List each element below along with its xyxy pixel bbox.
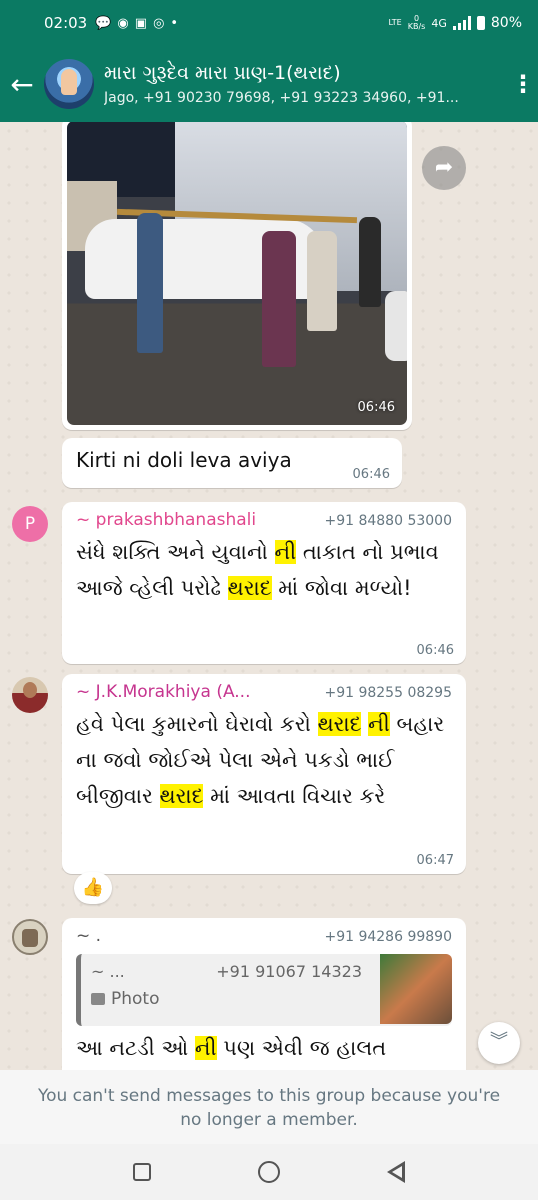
chat-notification-icon: 💬: [95, 15, 112, 31]
avatar[interactable]: P: [12, 506, 48, 542]
message-time: 06:47: [416, 853, 454, 868]
message-photo[interactable]: 06:46: [67, 122, 407, 425]
message-time: 06:46: [352, 467, 390, 482]
sender-phone: +91 84880 53000: [324, 513, 452, 529]
sender-name[interactable]: ~ prakashbhanashali: [76, 510, 256, 530]
message-time: 06:46: [416, 643, 454, 658]
chat-area[interactable]: 06:46 ➦ Kirti ni doli leva aviya 06:46 P…: [0, 122, 538, 1070]
forward-icon[interactable]: ➦: [422, 146, 466, 190]
notification-icons: 💬 ◉ ▣ ◎ •: [95, 16, 178, 31]
status-bar: 02:03 💬 ◉ ▣ ◎ • LTE 0 KB/s 4G 80%: [0, 0, 538, 46]
more-vert-icon[interactable]: ⋮: [508, 70, 538, 98]
thumbs-up-reaction-icon[interactable]: 👍: [74, 872, 112, 904]
recents-icon[interactable]: [133, 1163, 152, 1181]
battery-level: 80%: [490, 15, 522, 31]
quoted-type: Photo: [111, 989, 160, 1009]
group-name: મારા ગુરૂદેવ મારા પ્રાણ-1(થરાદ): [104, 62, 341, 84]
group-info[interactable]: મારા ગુરૂદેવ મારા પ્રાણ-1(થરાદ) Jago, +9…: [104, 62, 508, 106]
text-message[interactable]: ~ prakashbhanashali +91 84880 53000 સંધે…: [62, 502, 466, 664]
quoted-thumbnail: [380, 954, 452, 1024]
message-text: હવે પેલા કુમારનો ઘેરાવો કરો થરાદ ની બહાર…: [76, 712, 445, 808]
chat-header: ← મારા ગુરૂદેવ મારા પ્રાણ-1(થરાદ) Jago, …: [0, 46, 538, 122]
dot-icon: •: [170, 15, 179, 31]
gallery-notification-icon: ▣: [134, 15, 148, 31]
text-message[interactable]: ~ J.K.Morakhiya (A... +91 98255 08295 હવ…: [62, 674, 466, 874]
group-members: Jago, +91 90230 79698, +91 93223 34960, …: [104, 90, 459, 106]
quoted-phone: +91 91067 14323: [216, 962, 362, 981]
clock: 02:03: [44, 14, 88, 32]
message-text: સંધે શક્તિ અને યુવાનો ની તાકાત નો પ્રભાવ…: [76, 540, 439, 600]
nav-back-icon[interactable]: [386, 1161, 405, 1183]
image-message[interactable]: 06:46: [62, 122, 412, 430]
system-nav-bar: [0, 1144, 538, 1200]
volte-icon: LTE: [388, 18, 402, 27]
home-icon[interactable]: [257, 1161, 280, 1183]
battery-icon: [476, 16, 485, 30]
message-time: 06:46: [357, 400, 395, 415]
quoted-sender: ~ ...: [91, 962, 125, 981]
net-speed: 0 KB/s: [407, 14, 426, 31]
quoted-message[interactable]: ~ ... +91 91067 14323 Photo: [76, 954, 452, 1026]
network-type: 4G: [431, 16, 447, 30]
signal-icon: [452, 16, 471, 30]
sender-phone: +91 98255 08295: [324, 685, 452, 701]
scroll-down-icon[interactable]: ︾: [478, 1022, 520, 1064]
sender-phone: +91 94286 99890: [324, 929, 452, 945]
avatar[interactable]: [12, 677, 48, 713]
sender-name[interactable]: ~ J.K.Morakhiya (A...: [76, 682, 251, 702]
sender-name[interactable]: ~ .: [76, 926, 101, 946]
group-avatar[interactable]: [44, 59, 94, 109]
photo-icon: [91, 993, 105, 1005]
cannot-send-notice: You can't send messages to this group be…: [0, 1070, 538, 1144]
message-text: Kirti ni doli leva aviya: [76, 448, 292, 472]
message-text: આ નટડી ઓ ની પણ એવી જ હાલત: [76, 1036, 387, 1060]
back-arrow-icon[interactable]: ←: [0, 68, 44, 101]
chrome-notification-icon: ◎: [153, 15, 165, 31]
whatsapp-notification-icon: ◉: [117, 15, 129, 31]
caption-message[interactable]: Kirti ni doli leva aviya 06:46: [62, 438, 402, 488]
avatar[interactable]: [12, 919, 48, 955]
text-message[interactable]: ~ . +91 94286 99890 ~ ... +91 91067 1432…: [62, 918, 466, 1070]
